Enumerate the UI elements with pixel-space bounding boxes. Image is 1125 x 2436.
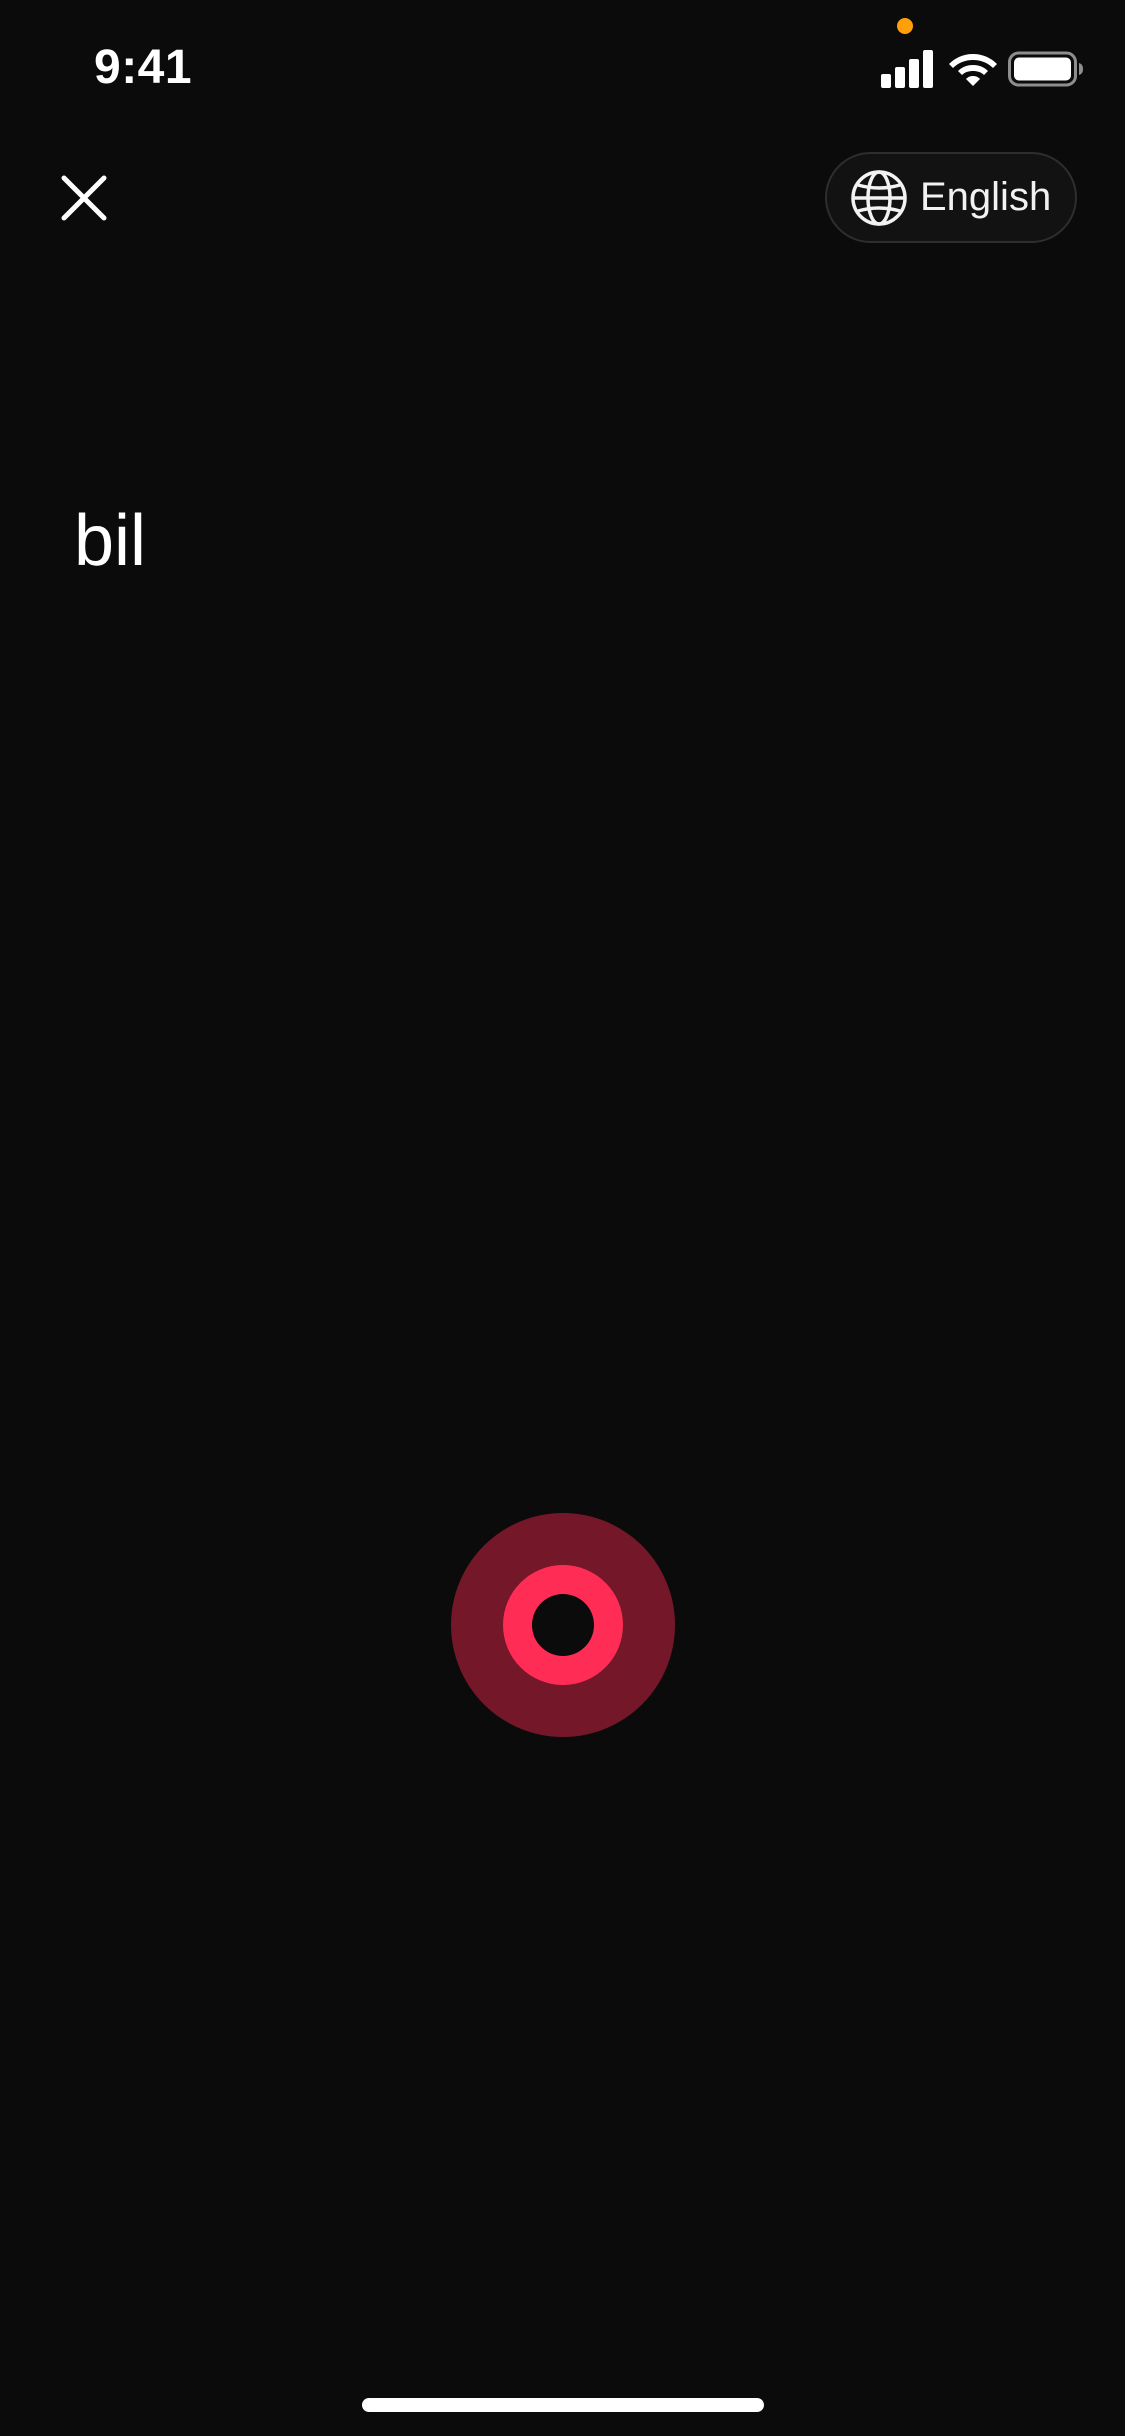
battery-full-icon (1008, 51, 1083, 87)
home-indicator[interactable] (362, 2398, 764, 2412)
close-button[interactable] (50, 164, 118, 232)
language-selector-button[interactable]: English (825, 152, 1077, 243)
record-icon (503, 1565, 623, 1685)
close-icon (61, 175, 107, 221)
language-label: English (920, 175, 1052, 219)
wifi-icon (949, 54, 997, 86)
globe-icon (851, 169, 907, 226)
cellular-signal-icon (881, 50, 933, 88)
record-button[interactable] (451, 1513, 675, 1737)
privacy-indicator-dot (897, 18, 913, 34)
record-icon-center (532, 1594, 594, 1656)
transcript-text: bil (74, 501, 147, 581)
voice-input-screen: 9:41 English bil (0, 0, 1125, 2436)
status-time: 9:41 (94, 41, 193, 94)
